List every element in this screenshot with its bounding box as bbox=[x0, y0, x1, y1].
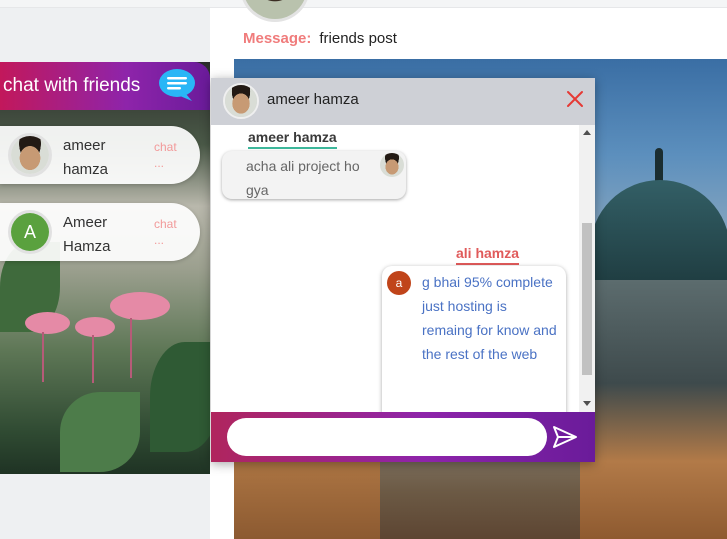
post-message-text: friends post bbox=[319, 30, 397, 47]
flamingo-leg-decor bbox=[42, 332, 44, 382]
scroll-up-arrow-icon[interactable] bbox=[583, 130, 591, 135]
chat-header: ameer hamza bbox=[211, 78, 595, 125]
avatar bbox=[223, 83, 259, 119]
friend-chat-extra: ... bbox=[154, 156, 165, 170]
jungle-leaf-decor bbox=[60, 392, 140, 472]
flamingo-decor bbox=[110, 292, 170, 320]
sender-name: ali hamza bbox=[456, 245, 520, 265]
friends-title: chat with friends bbox=[3, 75, 141, 96]
flamingo-leg-decor bbox=[130, 318, 132, 378]
post-message: Message: friends post bbox=[243, 30, 397, 47]
post-message-label: Message: bbox=[243, 30, 312, 47]
friend-name: Ameer Hamza bbox=[63, 214, 111, 255]
friend-name: ameer hamza bbox=[63, 137, 109, 178]
sender-name: ameer hamza bbox=[248, 129, 337, 149]
scroll-thumb[interactable] bbox=[582, 223, 592, 375]
top-strip bbox=[0, 0, 727, 8]
message-composer bbox=[211, 412, 595, 462]
friend-chat-link[interactable]: chat ... bbox=[154, 139, 177, 171]
close-icon[interactable] bbox=[564, 88, 586, 110]
message-bubble-outgoing: a g bhai 95% complete just hosting is re… bbox=[382, 266, 566, 412]
flamingo-leg-decor bbox=[92, 335, 94, 383]
avatar bbox=[8, 133, 52, 177]
jungle-leaf-decor bbox=[150, 342, 210, 452]
avatar bbox=[380, 153, 404, 177]
friend-chat-extra: ... bbox=[154, 233, 165, 247]
friend-chat-link[interactable]: chat ... bbox=[154, 216, 177, 248]
friends-panel: chat with friends ameer hamza chat ... A… bbox=[0, 62, 210, 474]
flamingo-decor bbox=[75, 317, 115, 337]
friend-chat-label: chat bbox=[154, 217, 177, 231]
message-text: acha ali project ho gya bbox=[246, 158, 360, 198]
chat-header-name: ameer hamza bbox=[267, 91, 359, 108]
chat-window: ameer hamza ameer hamza acha ali project… bbox=[211, 78, 595, 462]
friends-header: chat with friends bbox=[0, 62, 210, 110]
chat-bubble-icon[interactable] bbox=[156, 67, 196, 103]
friend-item[interactable]: ameer hamza chat ... bbox=[0, 126, 200, 184]
message-list[interactable]: ameer hamza acha ali project ho gya ali … bbox=[211, 125, 579, 412]
avatar-letter: A bbox=[11, 213, 49, 251]
message-input[interactable] bbox=[227, 418, 547, 456]
avatar-letter: a bbox=[387, 271, 411, 295]
friend-item[interactable]: A Ameer Hamza chat ... bbox=[0, 203, 200, 261]
message-scrollbar[interactable] bbox=[579, 125, 595, 412]
flamingo-decor bbox=[25, 312, 70, 334]
message-text: g bhai 95% complete just hosting is rema… bbox=[422, 274, 557, 362]
message-bubble-incoming: acha ali project ho gya bbox=[222, 151, 406, 199]
scroll-down-arrow-icon[interactable] bbox=[583, 401, 591, 406]
friend-chat-label: chat bbox=[154, 140, 177, 154]
avatar: A bbox=[8, 210, 52, 254]
send-icon[interactable] bbox=[552, 425, 578, 449]
